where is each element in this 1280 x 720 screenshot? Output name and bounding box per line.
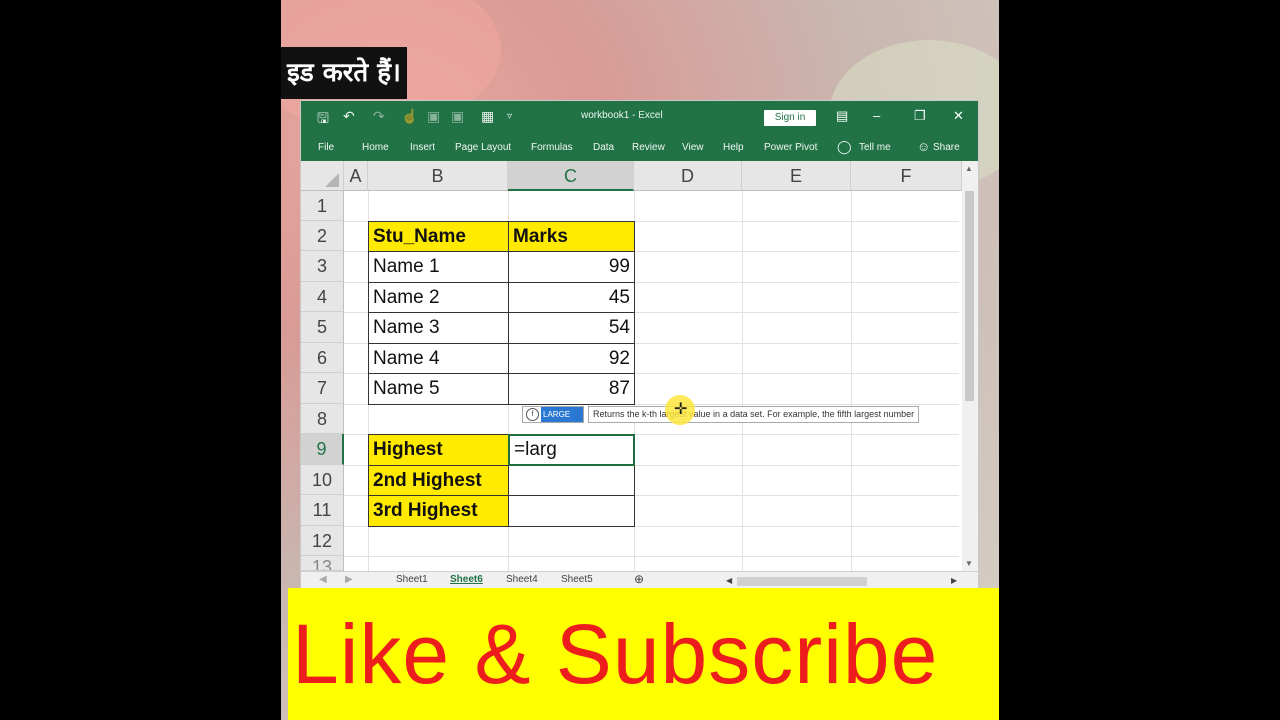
gridline xyxy=(344,556,959,557)
lightbulb-icon: ◯ xyxy=(837,139,852,154)
tab-page-layout[interactable]: Page Layout xyxy=(455,142,511,153)
vertical-scrollbar[interactable]: ▲ ▼ xyxy=(962,161,978,571)
row-header[interactable]: 7 xyxy=(301,373,344,404)
sort-icon[interactable]: ▣ xyxy=(451,108,464,125)
mouse-cursor-highlight: ✛ xyxy=(665,395,695,425)
sheet-tab[interactable]: Sheet1 xyxy=(396,574,428,585)
hscroll-left-icon[interactable]: ◀ xyxy=(726,576,732,585)
row-header[interactable]: 11 xyxy=(301,495,344,526)
column-header-e[interactable]: E xyxy=(742,161,851,191)
column-header-b[interactable]: B xyxy=(368,161,508,191)
restore-icon[interactable]: ❐ xyxy=(914,108,926,124)
excel-window: 🖫 ↶ ↷ ☝ ▣ ▣ ▦ ▿ workbook1 - Excel Sign i… xyxy=(301,101,978,589)
tab-file[interactable]: File xyxy=(318,142,334,153)
quick-access-icon[interactable]: ▦ xyxy=(481,108,494,125)
tab-insert[interactable]: Insert xyxy=(410,142,435,153)
column-header-a[interactable]: A xyxy=(344,161,368,191)
gridline xyxy=(742,191,743,571)
tab-formulas[interactable]: Formulas xyxy=(531,142,573,153)
customize-chevron-icon[interactable]: ▿ xyxy=(507,111,512,122)
student-name-cell[interactable]: Name 5 xyxy=(368,373,509,405)
result-cell-3rd[interactable] xyxy=(508,495,635,527)
hindi-caption: इड करते हैं। xyxy=(281,47,407,99)
row-header[interactable]: 12 xyxy=(301,526,344,556)
active-cell-formula[interactable]: =larg xyxy=(508,434,635,466)
redo-icon[interactable]: ↷ xyxy=(373,108,385,125)
subscribe-banner: Like & Subscribe xyxy=(288,588,999,720)
tab-scroll-left-icon[interactable]: ◀ xyxy=(319,574,327,585)
scroll-up-icon[interactable]: ▲ xyxy=(965,164,973,173)
function-icon: f xyxy=(526,408,539,421)
column-header-f[interactable]: F xyxy=(851,161,962,191)
touch-icon[interactable]: ☝ xyxy=(401,108,418,125)
sheet-tab-bar: ◀ ▶ Sheet1 Sheet6 Sheet4 Sheet5 ⊕ ◀ ▶ xyxy=(301,571,978,589)
add-sheet-icon[interactable]: ⊕ xyxy=(634,572,644,586)
hscroll-right-icon[interactable]: ▶ xyxy=(951,576,957,585)
function-autocomplete: f LARGE Returns the k-th largest value i… xyxy=(522,406,952,423)
minimize-icon[interactable]: – xyxy=(873,108,880,123)
row-header[interactable]: 5 xyxy=(301,312,344,343)
row-header[interactable]: 9 xyxy=(301,434,344,465)
row-header[interactable]: 8 xyxy=(301,404,344,434)
row-header[interactable]: 1 xyxy=(301,191,344,221)
row-header[interactable]: 2 xyxy=(301,221,344,251)
student-marks-cell[interactable]: 54 xyxy=(508,312,635,344)
tab-data[interactable]: Data xyxy=(593,142,614,153)
share-button[interactable]: Share xyxy=(933,142,960,153)
label-3rd-highest[interactable]: 3rd Highest xyxy=(368,495,509,527)
student-name-cell[interactable]: Name 4 xyxy=(368,343,509,374)
tab-power-pivot[interactable]: Power Pivot xyxy=(764,142,817,153)
student-name-cell[interactable]: Name 2 xyxy=(368,282,509,313)
select-all-triangle-icon xyxy=(325,173,339,187)
select-all-corner[interactable] xyxy=(301,161,344,191)
camera-icon[interactable]: ▣ xyxy=(427,108,440,125)
title-bar: 🖫 ↶ ↷ ☝ ▣ ▣ ▦ ▿ workbook1 - Excel Sign i… xyxy=(301,101,978,133)
scroll-down-icon[interactable]: ▼ xyxy=(965,559,973,568)
label-2nd-highest[interactable]: 2nd Highest xyxy=(368,465,509,496)
row-header-partial[interactable]: 13 xyxy=(301,556,344,571)
sign-in-button[interactable]: Sign in xyxy=(764,110,816,126)
ribbon-display-icon[interactable]: ▤ xyxy=(836,108,848,124)
student-marks-cell[interactable]: 45 xyxy=(508,282,635,313)
horizontal-scroll-thumb[interactable] xyxy=(737,577,867,586)
tab-home[interactable]: Home xyxy=(362,142,389,153)
column-header-c[interactable]: C xyxy=(508,161,634,191)
ribbon-tabs: File Home Insert Page Layout Formulas Da… xyxy=(301,133,978,161)
student-marks-cell[interactable]: 87 xyxy=(508,373,635,405)
subscribe-text: Like & Subscribe xyxy=(292,607,939,701)
student-name-cell[interactable]: Name 1 xyxy=(368,251,509,283)
student-marks-cell[interactable]: 99 xyxy=(508,251,635,283)
sheet-tab-active[interactable]: Sheet6 xyxy=(450,574,483,585)
tell-me-button[interactable]: Tell me xyxy=(859,142,891,153)
student-marks-cell[interactable]: 92 xyxy=(508,343,635,374)
student-name-cell[interactable]: Name 3 xyxy=(368,312,509,344)
gridline xyxy=(851,191,852,571)
autocomplete-option-large[interactable]: f LARGE xyxy=(522,406,584,423)
row-header[interactable]: 3 xyxy=(301,251,344,282)
sheet-tab[interactable]: Sheet5 xyxy=(561,574,593,585)
spreadsheet-grid[interactable]: A B C D E F 1 2 3 4 5 6 7 8 9 10 11 12 1… xyxy=(301,161,978,571)
window-title: workbook1 - Excel xyxy=(581,110,663,121)
column-header-d[interactable]: D xyxy=(634,161,742,191)
tab-view[interactable]: View xyxy=(682,142,704,153)
autocomplete-function-name: LARGE xyxy=(541,407,583,422)
tab-review[interactable]: Review xyxy=(632,142,665,153)
crosshair-cursor-icon: ✛ xyxy=(674,401,688,418)
tab-scroll-right-icon[interactable]: ▶ xyxy=(345,574,353,585)
header-stu-name[interactable]: Stu_Name xyxy=(368,221,509,252)
sheet-tab[interactable]: Sheet4 xyxy=(506,574,538,585)
scroll-thumb[interactable] xyxy=(965,191,974,401)
row-header[interactable]: 4 xyxy=(301,282,344,312)
autocomplete-description: Returns the k-th largest value in a data… xyxy=(588,406,920,423)
row-header[interactable]: 10 xyxy=(301,465,344,495)
person-icon: ☺ xyxy=(917,139,931,154)
save-icon[interactable]: 🖫 xyxy=(317,108,329,132)
tab-help[interactable]: Help xyxy=(723,142,744,153)
header-marks[interactable]: Marks xyxy=(508,221,635,252)
row-header[interactable]: 6 xyxy=(301,343,344,373)
undo-icon[interactable]: ↶ xyxy=(343,108,355,125)
label-highest[interactable]: Highest xyxy=(368,434,509,466)
close-icon[interactable]: ✕ xyxy=(953,108,964,124)
result-cell-2nd[interactable] xyxy=(508,465,635,496)
